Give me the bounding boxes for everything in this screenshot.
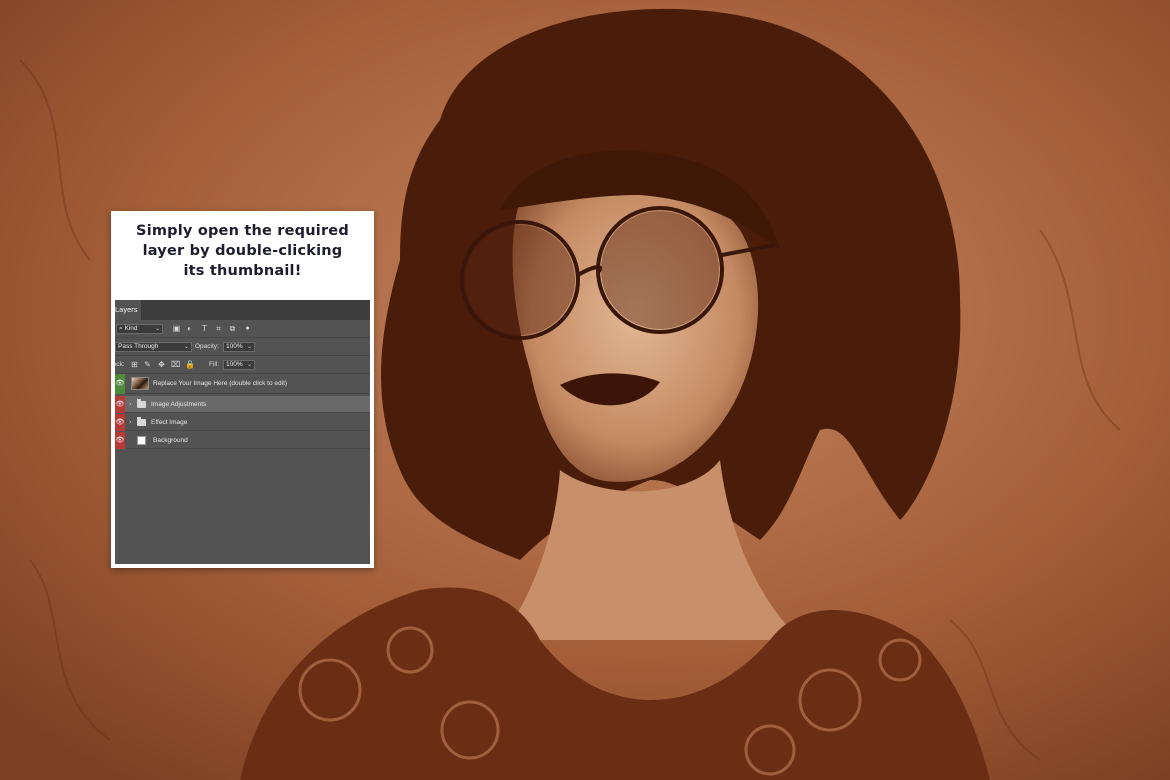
adjustment-filter-icon[interactable]: ◐	[185, 324, 194, 333]
chevron-down-icon: ⌄	[154, 326, 160, 332]
search-icon: ⌕	[119, 325, 123, 332]
caption-line-1: Simply open the required	[136, 223, 349, 239]
background-thumbnail[interactable]	[137, 436, 146, 445]
instruction-card: Simply open the required layer by double…	[111, 211, 374, 568]
filter-kind-dropdown[interactable]: ⌕ Kind ⌄	[116, 324, 163, 334]
chevron-down-icon: ⌄	[246, 362, 252, 368]
chevron-down-icon: ⌄	[183, 344, 189, 350]
layers-panel: Layers ⌕ Kind ⌄ ▣ ◐ T ⌗ ⧉ ● Pass Through…	[115, 300, 370, 564]
type-filter-icon[interactable]: T	[200, 324, 209, 333]
tab-layers[interactable]: Layers	[115, 300, 141, 320]
layer-name[interactable]: Replace Your Image Here (double click to…	[153, 374, 287, 394]
chevron-down-icon: ⌄	[246, 344, 252, 350]
instruction-caption: Simply open the required layer by double…	[111, 221, 374, 281]
layer-name[interactable]: Background	[153, 432, 188, 449]
image-filter-icon[interactable]: ▣	[172, 324, 181, 333]
layer-filter-row: ⌕ Kind ⌄ ▣ ◐ T ⌗ ⧉ ●	[115, 320, 370, 338]
smart-object-filter-icon[interactable]: ⧉	[228, 324, 237, 333]
filter-kind-value: Kind	[124, 325, 138, 332]
smart-object-thumbnail[interactable]	[131, 377, 149, 390]
eye-icon[interactable]: 👁	[115, 432, 125, 449]
chevron-right-icon[interactable]: ›	[129, 396, 131, 413]
layer-row-smart-object[interactable]: 👁 Replace Your Image Here (double click …	[115, 374, 370, 394]
lock-transparent-icon[interactable]: ⊞	[130, 360, 139, 369]
shape-filter-icon[interactable]: ⌗	[214, 324, 223, 333]
caption-line-3: its thumbnail!	[183, 263, 302, 279]
layer-name[interactable]: Effect Image	[151, 414, 187, 431]
eye-icon[interactable]: 👁	[115, 396, 125, 413]
lock-artboard-icon[interactable]: ⌧	[171, 360, 180, 369]
filter-toggle-icon[interactable]: ●	[243, 324, 252, 333]
chevron-right-icon[interactable]: ›	[129, 414, 131, 431]
eye-icon[interactable]: 👁	[115, 414, 125, 431]
caption-line-2: layer by double-clicking	[142, 243, 343, 259]
blend-mode-value: Pass Through	[118, 343, 159, 350]
lock-position-icon[interactable]: ✥	[157, 360, 166, 369]
layer-row-effect-image[interactable]: 👁 › Effect Image	[115, 414, 370, 431]
opacity-field[interactable]: 100% ⌄	[223, 342, 255, 352]
lock-image-icon[interactable]: ✎	[143, 360, 152, 369]
fill-field[interactable]: 100% ⌄	[223, 360, 255, 370]
blend-opacity-row: Pass Through ⌄ Opacity: 100% ⌄	[115, 338, 370, 356]
layer-row-image-adjustments[interactable]: 👁 › Image Adjustments	[115, 396, 370, 413]
opacity-label: Opacity:	[195, 343, 219, 350]
eye-icon[interactable]: 👁	[115, 374, 125, 394]
fill-value: 100%	[226, 361, 243, 368]
folder-icon	[137, 417, 146, 426]
blend-mode-dropdown[interactable]: Pass Through ⌄	[115, 342, 192, 352]
layer-name[interactable]: Image Adjustments	[151, 396, 206, 413]
lock-label: Lock:	[115, 361, 125, 368]
lock-all-icon[interactable]: 🔒	[185, 360, 195, 369]
folder-icon	[137, 399, 146, 408]
layer-row-background[interactable]: 👁 Background	[115, 432, 370, 449]
fill-label: Fill:	[209, 361, 220, 368]
panel-tab-bar: Layers	[115, 300, 370, 320]
opacity-value: 100%	[226, 343, 243, 350]
lock-fill-row: Lock: ⊞ ✎ ✥ ⌧ 🔒 Fill: 100% ⌄	[115, 356, 370, 374]
